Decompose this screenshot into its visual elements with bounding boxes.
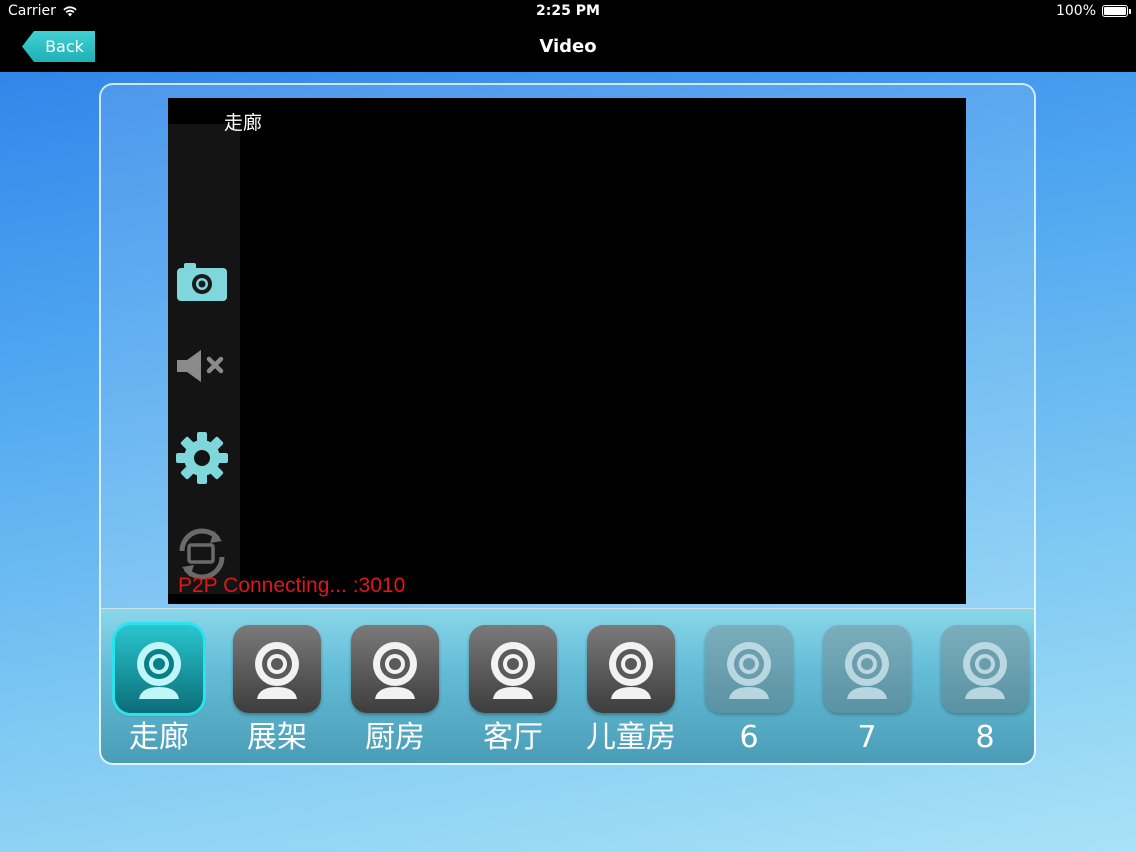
camera-label: 6 (739, 720, 759, 755)
camera-tile[interactable] (705, 625, 793, 713)
snapshot-button[interactable] (174, 254, 230, 310)
camera-label: 客厅 (483, 720, 543, 755)
camera-item-7[interactable]: 7 (817, 625, 917, 755)
mute-icon (177, 350, 224, 382)
video-panel: 走廊 P2P Connecting... :3010 走廊 展架 厨房 客厅 儿… (99, 83, 1036, 765)
video-toolbar (168, 124, 240, 594)
camera-item-4[interactable]: 客厅 (463, 625, 563, 755)
camera-tile[interactable] (469, 625, 557, 713)
camera-label: 走廊 (129, 720, 189, 755)
status-bar: Carrier 2:25 PM 100% (0, 0, 1136, 24)
camera-tile[interactable] (233, 625, 321, 713)
webcam-icon (727, 642, 771, 699)
battery-percent: 100% (1055, 3, 1096, 19)
mute-button[interactable] (174, 338, 230, 394)
connection-status: P2P Connecting... :3010 (178, 574, 406, 597)
camera-label: 厨房 (365, 720, 425, 755)
gear-icon (176, 432, 228, 484)
camera-name-label: 走廊 (224, 112, 263, 134)
camera-item-1[interactable]: 走廊 (109, 625, 209, 755)
camera-label: 展架 (247, 720, 307, 755)
camera-item-6[interactable]: 6 (699, 625, 799, 755)
clock: 2:25 PM (536, 3, 600, 19)
settings-button[interactable] (174, 430, 230, 486)
camera-selector: 走廊 展架 厨房 客厅 儿童房 6 7 8 (101, 608, 1034, 763)
webcam-icon (373, 642, 417, 699)
camera-tile[interactable] (351, 625, 439, 713)
battery-info: 100% (1055, 3, 1131, 19)
camera-label: 儿童房 (586, 720, 676, 755)
camera-tile[interactable] (115, 625, 203, 713)
camera-item-2[interactable]: 展架 (227, 625, 327, 755)
camera-label: 8 (975, 720, 995, 755)
camera-item-8[interactable]: 8 (935, 625, 1034, 755)
camera-tile[interactable] (823, 625, 911, 713)
camera-label: 7 (857, 720, 877, 755)
camera-icon (177, 263, 227, 301)
camera-tile[interactable] (587, 625, 675, 713)
webcam-icon (845, 642, 889, 699)
battery-icon (1102, 5, 1131, 17)
webcam-icon (609, 642, 653, 699)
top-bar: Carrier 2:25 PM 100% Back Video (0, 0, 1136, 72)
webcam-icon (963, 642, 1007, 699)
camera-item-5[interactable]: 儿童房 (581, 625, 681, 755)
video-view[interactable]: 走廊 P2P Connecting... :3010 (168, 98, 966, 604)
webcam-icon (491, 642, 535, 699)
camera-item-3[interactable]: 厨房 (345, 625, 445, 755)
webcam-icon (137, 642, 181, 699)
camera-tile[interactable] (941, 625, 1029, 713)
page-title: Video (539, 36, 597, 57)
webcam-icon (255, 642, 299, 699)
